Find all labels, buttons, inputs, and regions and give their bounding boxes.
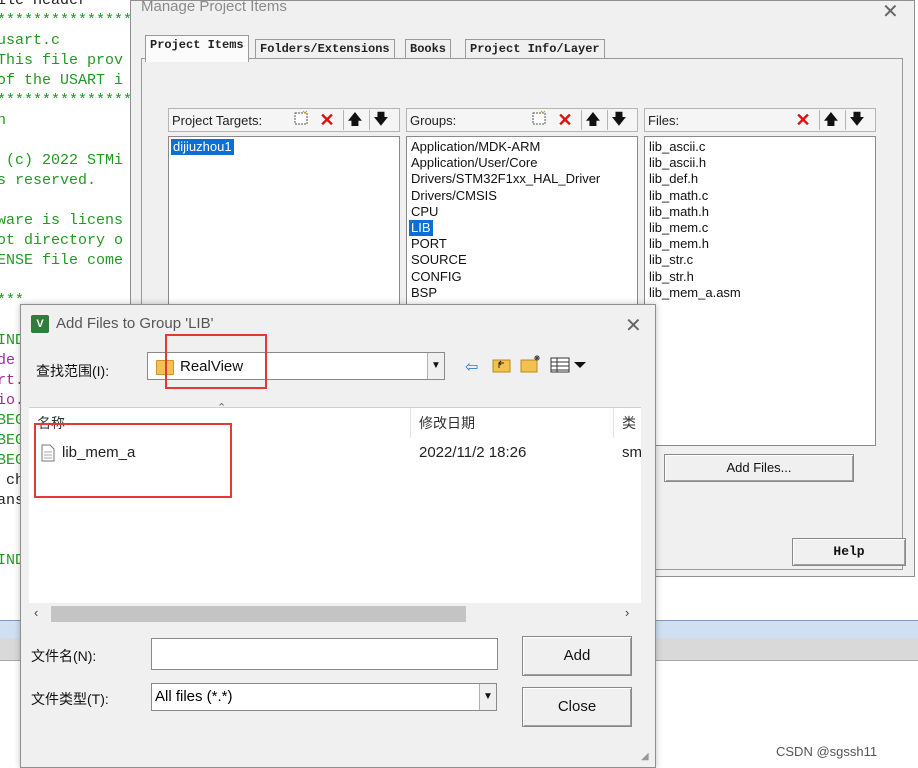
code-line: ware is licens bbox=[0, 212, 124, 229]
code-line: ot directory o bbox=[0, 232, 124, 249]
group-item[interactable]: PORT bbox=[409, 236, 449, 252]
group-item[interactable]: LIB bbox=[409, 220, 433, 236]
group-item[interactable]: Drivers/STM32F1xx_HAL_Driver bbox=[409, 171, 602, 187]
files-header-label: Files: bbox=[648, 113, 680, 128]
group-item[interactable]: SOURCE bbox=[409, 252, 469, 268]
add-files-dialog: V Add Files to Group 'LIB' ✕ 查找范围(I): Re… bbox=[20, 304, 656, 768]
groups-header-label: Groups: bbox=[410, 113, 457, 128]
app-icon: V bbox=[31, 315, 49, 333]
code-line: de bbox=[0, 352, 16, 369]
tab-strip: Project Items Folders/Extensions Books P… bbox=[141, 33, 901, 62]
delete-file-icon[interactable]: ✕ bbox=[792, 110, 814, 130]
targets-header: Project Targets: ✕ 🡅 🡇 bbox=[168, 108, 400, 132]
dialog-title: Add Files to Group 'LIB' bbox=[56, 315, 214, 332]
targets-header-label: Project Targets: bbox=[172, 113, 263, 128]
move-group-up-icon[interactable]: 🡅 bbox=[581, 110, 604, 130]
delete-icon[interactable]: ✕ bbox=[316, 110, 338, 130]
file-date: 2022/11/2 18:26 bbox=[419, 444, 527, 461]
delete-group-icon[interactable]: ✕ bbox=[554, 110, 576, 130]
code-line: ***************** bbox=[0, 12, 151, 29]
group-item[interactable]: CONFIG bbox=[409, 269, 464, 285]
column-date[interactable]: 修改日期 bbox=[411, 408, 614, 438]
files-list[interactable]: lib_ascii.c lib_ascii.h lib_def.h lib_math.… bbox=[644, 136, 876, 446]
file-item[interactable]: lib_mem_a.asm bbox=[647, 285, 743, 301]
new-item-icon[interactable] bbox=[290, 110, 312, 130]
file-item[interactable]: lib_str.c bbox=[647, 252, 695, 268]
close-icon[interactable]: ✕ bbox=[625, 313, 642, 338]
code-line: (c) 2022 STMi bbox=[0, 152, 124, 169]
file-item[interactable]: lib_math.h bbox=[647, 204, 711, 220]
scroll-right-icon[interactable]: › bbox=[625, 605, 629, 620]
tab-project-items[interactable]: Project Items bbox=[145, 35, 249, 62]
add-files-button[interactable]: Add Files... bbox=[664, 454, 854, 482]
code-line: usart.c bbox=[0, 32, 61, 49]
move-down-icon[interactable]: 🡇 bbox=[369, 110, 392, 130]
code-line: This file prov bbox=[0, 52, 124, 69]
code-line: of the USART i bbox=[0, 72, 124, 89]
close-button[interactable]: Close bbox=[522, 687, 632, 727]
highlight-box-file bbox=[34, 423, 232, 498]
move-file-up-icon[interactable]: 🡅 bbox=[819, 110, 842, 130]
filename-input[interactable] bbox=[151, 638, 498, 670]
filename-label: 文件名(N): bbox=[31, 648, 97, 664]
file-item[interactable]: lib_mem.h bbox=[647, 236, 711, 252]
new-group-icon[interactable] bbox=[528, 110, 550, 130]
target-item[interactable]: dijiuzhou1 bbox=[171, 139, 234, 155]
add-button[interactable]: Add bbox=[522, 636, 632, 676]
filetype-label: 文件类型(T): bbox=[31, 691, 109, 707]
up-folder-icon[interactable] bbox=[492, 356, 512, 379]
watermark: CSDN @sgssh11 bbox=[776, 744, 878, 759]
horizontal-scrollbar[interactable]: ‹ › bbox=[29, 603, 641, 625]
file-item[interactable]: lib_ascii.c bbox=[647, 139, 707, 155]
files-header: Files: ✕ 🡅 🡇 bbox=[644, 108, 876, 132]
code-line: n bbox=[0, 112, 7, 129]
code-line: ***************** bbox=[0, 92, 151, 109]
group-item[interactable]: Application/User/Core bbox=[409, 155, 539, 171]
code-line: ENSE file come bbox=[0, 252, 124, 269]
file-type: sm bbox=[622, 444, 642, 461]
resize-grip-icon[interactable]: ◢ bbox=[641, 751, 649, 762]
dialog-title: Manage Project Items bbox=[141, 0, 287, 15]
column-type[interactable]: 类 bbox=[614, 408, 641, 438]
code-line: ile Header bbox=[0, 0, 88, 9]
group-item[interactable]: CPU bbox=[409, 204, 440, 220]
file-item[interactable]: lib_str.h bbox=[647, 269, 696, 285]
chevron-down-icon[interactable]: ▼ bbox=[479, 684, 496, 710]
close-icon[interactable]: ✕ bbox=[882, 0, 899, 24]
filetype-value: All files (*.*) bbox=[155, 688, 233, 705]
filetype-dropdown[interactable]: All files (*.*) ▼ bbox=[151, 683, 497, 711]
new-folder-icon[interactable] bbox=[520, 354, 542, 379]
look-in-label: 查找范围(I): bbox=[36, 363, 110, 379]
group-item[interactable]: Application/MDK-ARM bbox=[409, 139, 542, 155]
code-line: s reserved. bbox=[0, 172, 97, 189]
move-file-down-icon[interactable]: 🡇 bbox=[845, 110, 868, 130]
move-group-down-icon[interactable]: 🡇 bbox=[607, 110, 630, 130]
move-up-icon[interactable]: 🡅 bbox=[343, 110, 366, 130]
group-item[interactable]: BSP bbox=[409, 285, 439, 301]
help-button[interactable]: Help bbox=[792, 538, 906, 566]
back-icon[interactable]: ⇦ bbox=[465, 357, 478, 377]
groups-header: Groups: ✕ 🡅 🡇 bbox=[406, 108, 638, 132]
scrollbar-thumb[interactable] bbox=[51, 606, 466, 622]
scroll-left-icon[interactable]: ‹ bbox=[34, 605, 38, 620]
file-item[interactable]: lib_def.h bbox=[647, 171, 700, 187]
file-item[interactable]: lib_ascii.h bbox=[647, 155, 708, 171]
view-menu-icon[interactable] bbox=[550, 356, 588, 379]
file-item[interactable]: lib_mem.c bbox=[647, 220, 710, 236]
file-item[interactable]: lib_math.c bbox=[647, 188, 710, 204]
highlight-box-folder bbox=[165, 334, 267, 389]
chevron-down-icon[interactable]: ▼ bbox=[427, 353, 444, 379]
group-item[interactable]: Drivers/CMSIS bbox=[409, 188, 499, 204]
